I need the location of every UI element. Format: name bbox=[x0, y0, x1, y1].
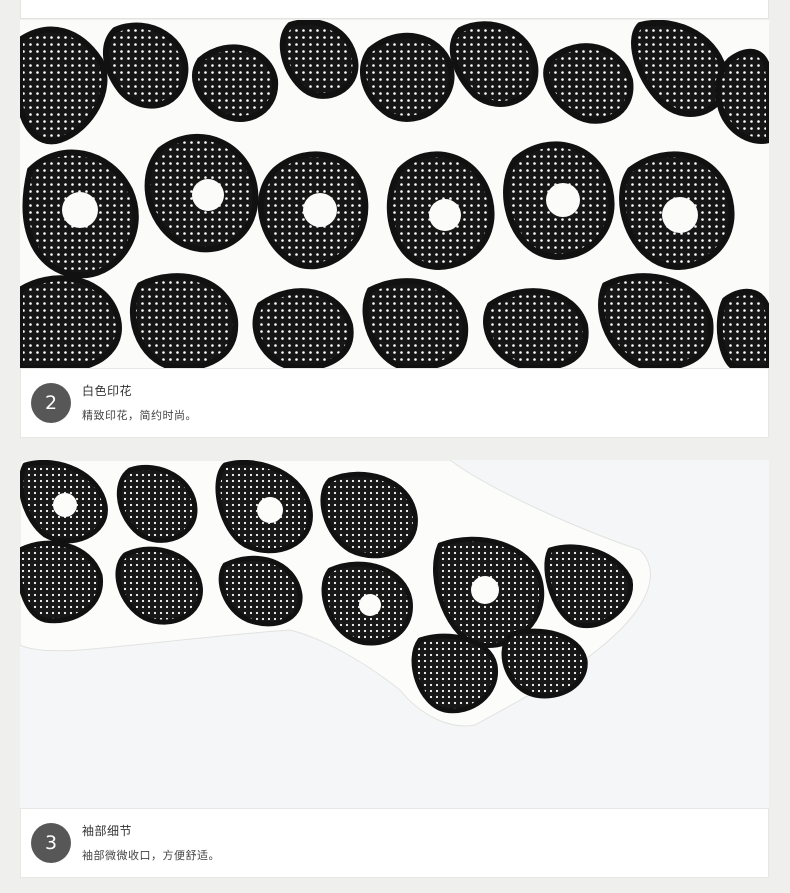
sleeve-detail-photo bbox=[20, 460, 769, 808]
feature-caption-sleeve: 3 袖部细节 袖部微微收口，方便舒适。 bbox=[20, 808, 769, 878]
feature-title: 白色印花 bbox=[82, 384, 133, 398]
section-divider bbox=[0, 438, 790, 460]
previous-card-bottom bbox=[20, 0, 769, 19]
feature-description: 精致印花，简约时尚。 bbox=[82, 409, 197, 422]
page-bottom-margin bbox=[0, 878, 790, 893]
feature-title: 袖部细节 bbox=[82, 824, 133, 838]
step-number-badge: 3 bbox=[31, 823, 71, 863]
feature-caption-print: 2 白色印花 精致印花，简约时尚。 bbox=[20, 368, 769, 438]
sleeve-print-image bbox=[20, 460, 769, 808]
feature-description: 袖部微微收口，方便舒适。 bbox=[82, 849, 220, 862]
floral-print-image bbox=[20, 20, 769, 368]
step-number-badge: 2 bbox=[31, 383, 71, 423]
print-closeup-photo bbox=[20, 20, 769, 368]
